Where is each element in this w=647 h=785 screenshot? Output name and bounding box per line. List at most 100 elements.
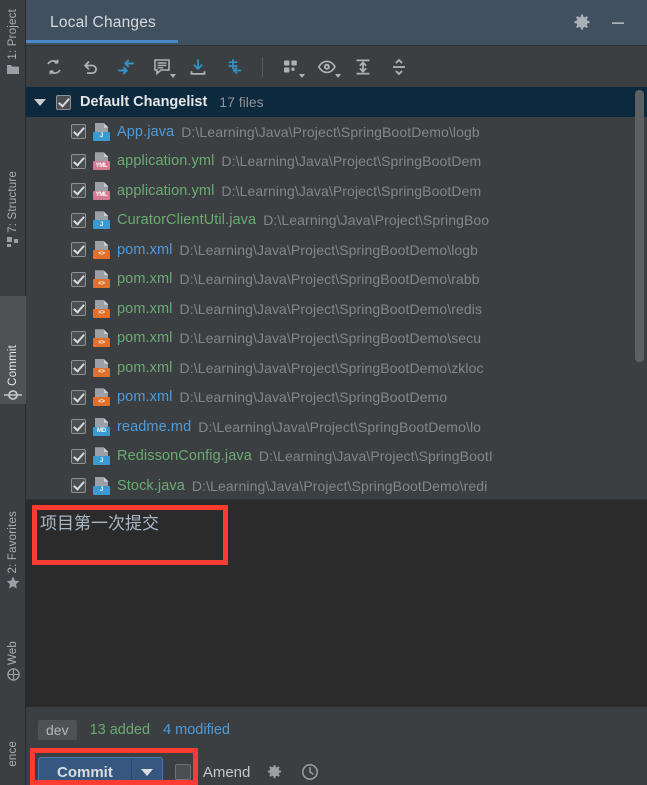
file-checkbox[interactable]: [71, 271, 86, 287]
file-checkbox[interactable]: [71, 478, 86, 494]
file-name: App.java: [117, 123, 175, 140]
commit-message-area[interactable]: 项目第一次提交: [26, 499, 647, 707]
file-name: application.yml: [117, 153, 215, 170]
file-path: D:\Learning\Java\Project\SpringBootDemo\…: [179, 300, 483, 317]
file-checkbox[interactable]: [71, 153, 86, 169]
show-diff-button[interactable]: [110, 52, 142, 82]
edit-message-button[interactable]: [146, 52, 178, 82]
left-tool-strip: 1: Project 7: Structure Commit 2: Favori…: [0, 0, 26, 785]
file-path: D:\Learning\Java\Project\SpringBootDemo\…: [198, 418, 482, 435]
file-path: D:\Learning\Java\Project\SpringBootI: [258, 448, 493, 465]
commit-button[interactable]: Commit: [38, 757, 163, 785]
commit-button-label: Commit: [57, 763, 113, 781]
tool-window-label-commit: Commit: [7, 345, 19, 386]
modified-count-label: 4 modified: [163, 722, 230, 738]
changelist-header-row[interactable]: Default Changelist 17 files: [26, 87, 647, 117]
file-name: readme.md: [117, 418, 192, 435]
table-row[interactable]: J CuratorClientUtil.java D:\Learning\Java\…: [26, 206, 647, 236]
star-icon: [6, 576, 20, 589]
chevron-down-icon: [335, 73, 341, 78]
table-row[interactable]: J App.java D:\Learning\Java\Project\Spring…: [26, 117, 647, 147]
file-checkbox[interactable]: [71, 124, 86, 140]
file-path: D:\Learning\Java\Project\SpringBoo: [263, 212, 490, 229]
tool-window-label-structure: 7: Structure: [7, 171, 19, 233]
commit-history-clock-icon[interactable]: [298, 760, 322, 784]
added-count-label: 13 added: [89, 722, 151, 738]
file-checkbox[interactable]: [71, 183, 86, 199]
tab-local-changes-label: Local Changes: [50, 13, 157, 31]
gear-icon[interactable]: [571, 12, 593, 34]
file-path: D:\Learning\Java\Project\SpringBootDemo: [179, 389, 448, 406]
tree-vertical-scrollbar[interactable]: [635, 90, 644, 362]
file-checkbox[interactable]: [71, 330, 86, 346]
chevron-down-icon: [140, 768, 153, 776]
refresh-button[interactable]: [38, 52, 70, 82]
file-checkbox[interactable]: [71, 448, 86, 464]
expand-all-button[interactable]: [347, 52, 379, 82]
amend-checkbox[interactable]: [174, 764, 191, 780]
tool-window-button-web[interactable]: Web: [0, 638, 26, 684]
globe-icon: [6, 668, 20, 681]
rollback-button[interactable]: [74, 52, 106, 82]
file-type-icon: J: [93, 476, 110, 495]
amend-label: Amend: [202, 763, 251, 781]
table-row[interactable]: <> pom.xml D:\Learning\Java\Project\Spring…: [26, 294, 647, 324]
chevron-down-icon: [170, 73, 176, 78]
table-row[interactable]: YML application.yml D:\Learning\Java\Proje…: [26, 176, 647, 206]
table-row[interactable]: YML application.yml D:\Learning\Java\Proje…: [26, 147, 647, 177]
file-checkbox[interactable]: [71, 389, 86, 405]
commit-node-icon: [4, 389, 22, 401]
tool-window-button-structure[interactable]: 7: Structure: [0, 168, 26, 251]
update-button[interactable]: [182, 52, 214, 82]
commit-dropdown-button[interactable]: [132, 758, 162, 785]
file-checkbox[interactable]: [71, 419, 86, 435]
table-row[interactable]: <> pom.xml D:\Learning\Java\Project\Spring…: [26, 265, 647, 295]
file-type-icon: <>: [93, 329, 110, 348]
changes-tree[interactable]: Default Changelist 17 files J App.java D:\…: [26, 87, 647, 499]
file-path: D:\Learning\Java\Project\SpringBootDem: [221, 153, 482, 170]
tool-window-label-favorites: 2: Favorites: [7, 511, 19, 574]
commit-message-input[interactable]: 项目第一次提交: [40, 512, 633, 536]
file-checkbox[interactable]: [71, 212, 86, 228]
commit-options-gear-icon[interactable]: [262, 760, 286, 784]
tool-window-button-favorites[interactable]: 2: Favorites: [0, 508, 26, 592]
file-type-icon: <>: [93, 240, 110, 259]
file-type-icon: <>: [93, 358, 110, 377]
preview-diff-button[interactable]: [311, 52, 343, 82]
tool-window-button-persistence[interactable]: ence: [0, 738, 26, 770]
table-row[interactable]: J Stock.java D:\Learning\Java\Project\Spri…: [26, 471, 647, 499]
table-row[interactable]: <> pom.xml D:\Learning\Java\Project\Spring…: [26, 353, 647, 383]
file-name: CuratorClientUtil.java: [117, 212, 257, 229]
table-row[interactable]: <> pom.xml D:\Learning\Java\Project\Spring…: [26, 383, 647, 413]
commit-status-line: dev 13 added 4 modified: [26, 717, 647, 743]
file-checkbox[interactable]: [71, 242, 86, 258]
changelist-checkbox[interactable]: [56, 94, 71, 110]
tool-window-label-project: 1: Project: [7, 9, 19, 60]
tool-window-button-project[interactable]: 1: Project: [0, 6, 26, 78]
tool-window-button-commit[interactable]: Commit: [0, 296, 26, 404]
commit-footer: dev 13 added 4 modified Commit Amend: [26, 707, 647, 785]
table-row[interactable]: MD readme.md D:\Learning\Java\Project\Spri…: [26, 412, 647, 442]
shelve-button[interactable]: [218, 52, 250, 82]
tool-window-label-web: Web: [7, 641, 19, 666]
file-name: RedissonConfig.java: [117, 448, 252, 465]
local-changes-panel: Local Changes Default Changelist 17 file…: [26, 0, 647, 785]
tab-local-changes[interactable]: Local Changes: [26, 0, 179, 46]
table-row[interactable]: J RedissonConfig.java D:\Learning\Java\Pro…: [26, 442, 647, 472]
file-path: D:\Learning\Java\Project\SpringBootDemo\…: [191, 477, 488, 494]
group-by-button[interactable]: [275, 52, 307, 82]
file-checkbox[interactable]: [71, 301, 86, 317]
collapse-all-button[interactable]: [383, 52, 415, 82]
file-type-icon: <>: [93, 388, 110, 407]
file-type-icon: YML: [93, 152, 110, 171]
table-row[interactable]: <> pom.xml D:\Learning\Java\Project\Spring…: [26, 324, 647, 354]
file-name: pom.xml: [117, 241, 173, 258]
file-type-icon: MD: [93, 417, 110, 436]
file-checkbox[interactable]: [71, 360, 86, 376]
file-name: application.yml: [117, 182, 215, 199]
file-type-icon: J: [93, 211, 110, 230]
local-changes-window: 1: Project 7: Structure Commit 2: Favori…: [0, 0, 647, 785]
minimize-icon[interactable]: [607, 12, 629, 34]
table-row[interactable]: <> pom.xml D:\Learning\Java\Project\Spring…: [26, 235, 647, 265]
expand-triangle-icon[interactable]: [34, 98, 46, 106]
